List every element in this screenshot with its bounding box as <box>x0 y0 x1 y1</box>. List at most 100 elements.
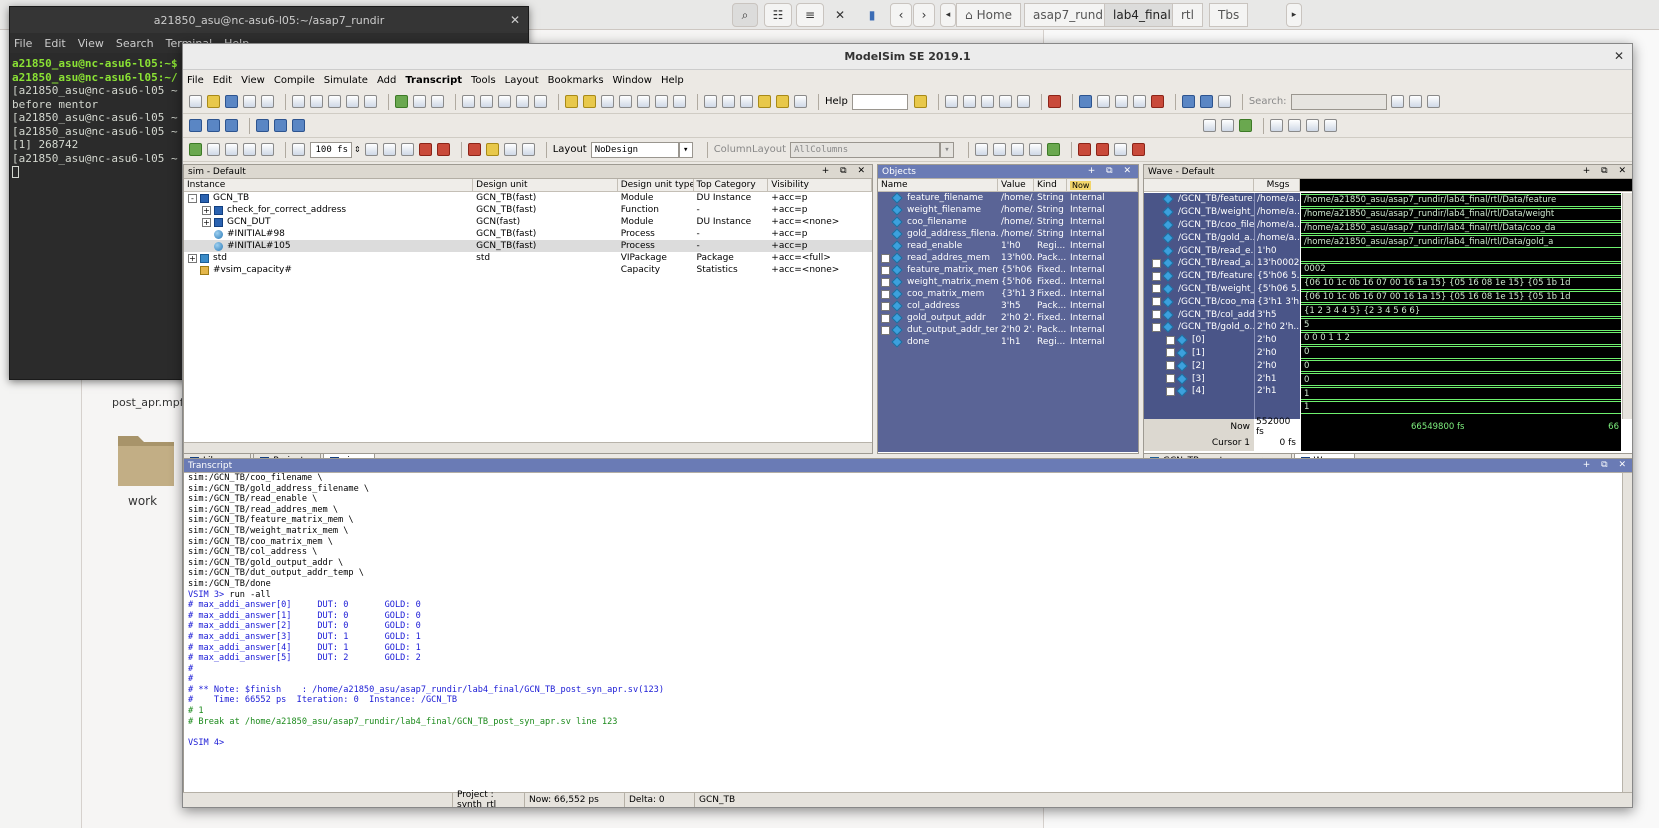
list-window-icon[interactable] <box>1132 95 1146 108</box>
zoom-fit-icon[interactable] <box>740 95 753 108</box>
search-button[interactable]: ⌕ <box>732 3 758 27</box>
wave-radix-icon[interactable] <box>993 143 1006 156</box>
close-windows-icon[interactable] <box>1150 95 1164 108</box>
expand-toggle-icon[interactable]: + <box>202 205 211 215</box>
breadcrumb-tbs[interactable]: Tbs <box>1209 3 1249 27</box>
time-ruler[interactable]: 66549800 fs 66 <box>1301 419 1621 435</box>
step-out-small-icon[interactable] <box>292 119 305 132</box>
terminal-titlebar[interactable]: a21850_asu@nc-asu6-l05:~/asap7_rundir ✕ <box>10 7 528 33</box>
wave-signal-row[interactable]: + [3] <box>1144 372 1254 385</box>
wave-signal-row[interactable]: + /GCN_TB/feature... <box>1144 270 1254 283</box>
objects-pane[interactable]: Objects + ⧉ ✕ Name Value Kind Now feature_f… <box>877 164 1139 454</box>
run-continue-icon[interactable] <box>225 119 238 132</box>
expand-toggle-icon[interactable]: + <box>1152 258 1161 268</box>
objects-row[interactable]: + coo_matrix_mem {3'h1 3...Fixed...Interna… <box>878 288 1138 300</box>
sim-column-visibility[interactable]: Visibility <box>768 179 872 191</box>
cursor-track[interactable] <box>1301 435 1621 451</box>
paste-icon[interactable] <box>328 95 341 108</box>
wave-signal-row[interactable]: /GCN_TB/read_e... <box>1144 244 1254 257</box>
breadcrumb-home[interactable]: ⌂ Home <box>956 3 1022 27</box>
layout-2-icon[interactable] <box>1221 119 1234 132</box>
wave-traces[interactable]: /home/a21850_asu/asap7_rundir/lab4_final… <box>1301 193 1621 419</box>
expand-toggle-icon[interactable]: + <box>1166 374 1175 384</box>
back-button[interactable]: ‹ <box>890 3 912 27</box>
menu-file[interactable]: File <box>187 75 204 86</box>
objects-row[interactable]: + dut_output_addr_tem...2'h0 2'...Pack...… <box>878 324 1138 336</box>
objects-row[interactable]: read_enable 1'h0 Regi... Internal <box>878 240 1138 252</box>
expand-toggle-icon[interactable]: - <box>1152 322 1161 332</box>
objects-row[interactable]: + col_address 3'h5 Pack... Internal <box>878 300 1138 312</box>
help-search-input[interactable] <box>851 93 908 110</box>
filter-now-badge[interactable]: Now <box>1070 180 1092 190</box>
sim-column-design-unit-type[interactable]: Design unit type <box>618 179 694 191</box>
forward-button[interactable]: › <box>913 3 935 27</box>
redo-icon[interactable] <box>364 95 377 108</box>
expand-toggle-icon[interactable]: + <box>1152 284 1161 294</box>
pane-controls-icon[interactable]: + ⧉ ✕ <box>1088 166 1135 176</box>
objects-column-name[interactable]: Name <box>878 179 998 191</box>
bookmark-list-icon[interactable] <box>1217 95 1231 108</box>
wave-expand-icon[interactable] <box>1047 143 1060 156</box>
vertical-scrollbar[interactable] <box>1622 473 1632 793</box>
run-icon[interactable] <box>207 119 220 132</box>
copy-icon[interactable] <box>310 95 323 108</box>
wave-signal-row[interactable]: + [2] <box>1144 359 1254 372</box>
find-next-icon[interactable] <box>431 95 444 108</box>
pane-controls-icon[interactable]: + ⧉ ✕ <box>822 166 869 176</box>
menu-compile[interactable]: Compile <box>274 75 315 86</box>
expand-toggle-icon[interactable]: + <box>881 313 890 323</box>
sim-column-design-unit[interactable]: Design unit <box>473 179 618 191</box>
zoom-in-icon[interactable] <box>704 95 717 108</box>
sim-tree-row[interactable]: + check_for_correct_address GCN_TB(fast) Fu… <box>184 204 872 216</box>
objects-column-kind[interactable]: Kind <box>1034 179 1067 191</box>
step-out-icon[interactable] <box>498 95 511 108</box>
compile-icon[interactable] <box>395 95 408 108</box>
breadcrumb-rtl[interactable]: rtl <box>1172 3 1203 27</box>
run-length-input[interactable]: 100 fs <box>310 141 352 158</box>
wave-color-icon[interactable] <box>1011 143 1024 156</box>
cursor-clear-icon[interactable] <box>1132 143 1145 156</box>
search-options-icon[interactable] <box>1408 95 1422 108</box>
close-icon[interactable]: ✕ <box>1614 49 1624 63</box>
wave-signal-row[interactable]: /GCN_TB/gold_a... <box>1144 231 1254 244</box>
expand-toggle-icon[interactable]: - <box>188 193 197 203</box>
objects-row[interactable]: coo_filename/home/...String Internal <box>878 216 1138 228</box>
pane-controls-icon[interactable]: + ⧉ ✕ <box>1583 166 1630 176</box>
run-length-icon[interactable] <box>364 143 378 156</box>
run-all-icon[interactable] <box>400 143 414 156</box>
menu-layout[interactable]: Layout <box>505 75 539 86</box>
layout-6-icon[interactable] <box>1306 119 1319 132</box>
reload-icon[interactable] <box>261 95 274 108</box>
wave-signal-row[interactable]: + /GCN_TB/col_add... <box>1144 308 1254 321</box>
zoom-last-icon[interactable] <box>794 95 807 108</box>
menu-edit[interactable]: Edit <box>213 75 232 86</box>
expand-toggle-icon[interactable]: + <box>1166 335 1175 345</box>
restart-sim-icon[interactable] <box>292 143 305 156</box>
expand-toggle-icon[interactable]: + <box>881 289 890 299</box>
scroll-right-button[interactable]: ▸ <box>1286 3 1302 27</box>
undo-icon[interactable] <box>346 95 359 108</box>
view-toggle-button[interactable]: ☷ <box>764 3 792 27</box>
objects-row[interactable]: + read_addres_mem 13'h00...Pack...Internal <box>878 252 1138 264</box>
expand-toggle-icon[interactable]: + <box>188 253 197 263</box>
menu-simulate[interactable]: Simulate <box>324 75 368 86</box>
transcript-command[interactable]: run -all <box>224 590 270 600</box>
objects-row[interactable]: + weight_matrix_mem{5'h06 ...Fixed...Inte… <box>878 276 1138 288</box>
sim-tree-row[interactable]: #vsim_capacity# Capacity Statistics +acc=<n… <box>184 264 872 276</box>
modelsim-titlebar[interactable]: ModelSim SE 2019.1 ✕ <box>183 44 1632 70</box>
wave-signal-row[interactable]: + [0] <box>1144 334 1254 347</box>
objects-row[interactable]: weight_filename/home/...String Internal <box>878 204 1138 216</box>
break-icon[interactable] <box>418 143 432 156</box>
add-wave-icon[interactable] <box>189 143 202 156</box>
select-mode-icon[interactable] <box>944 95 958 108</box>
pane-controls-icon[interactable]: + ⧉ ✕ <box>1583 460 1630 470</box>
expand-toggle-icon[interactable]: + <box>881 325 890 335</box>
step-icon[interactable] <box>462 95 475 108</box>
zoom-range-icon[interactable] <box>776 95 789 108</box>
menu-button[interactable]: ≡ <box>796 3 824 27</box>
menu-transcript[interactable]: Transcript <box>405 75 462 86</box>
run-length-spinner-icon[interactable]: ⇕ <box>354 145 361 154</box>
expand-toggle-icon[interactable]: + <box>1166 361 1175 371</box>
search-clear-icon[interactable] <box>1426 95 1440 108</box>
sim-tree-row[interactable]: #INITIAL#98 GCN_TB(fast) Process - +acc=p <box>184 228 872 240</box>
